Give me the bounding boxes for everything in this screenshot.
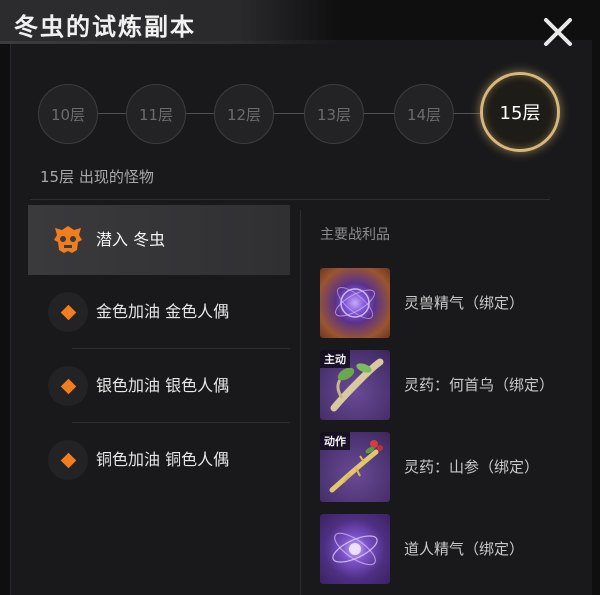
loot-section-title: 主要战利品 [320, 227, 390, 243]
loot-label: 灵兽精气（绑定） [404, 294, 525, 312]
boss-skull-icon [48, 220, 88, 260]
monster-icon-bg [48, 440, 88, 480]
floor-12-button[interactable]: 12层 [214, 84, 274, 144]
diamond-icon [60, 304, 76, 320]
herb-root-icon: 主动 [320, 350, 390, 420]
loot-item-beast-essence[interactable]: 灵兽精气（绑定） [320, 262, 580, 344]
loot-item-heshouwu[interactable]: 主动 灵药：何首乌（绑定） [320, 344, 580, 426]
column-divider [300, 210, 301, 595]
close-button[interactable] [538, 12, 578, 52]
purple-energy-icon [320, 514, 390, 584]
monster-item-gold-puppet[interactable]: 金色加油 金色人偶 [28, 275, 290, 349]
loot-tag: 动作 [320, 432, 350, 450]
monster-label: 银色加油 银色人偶 [96, 376, 230, 395]
floor-10-button[interactable]: 10层 [38, 84, 98, 144]
floor-11-button[interactable]: 11层 [126, 84, 186, 144]
section-divider [30, 199, 550, 200]
loot-label: 灵药：山参（绑定） [404, 458, 540, 476]
monster-icon-bg [48, 366, 88, 406]
ginseng-icon: 动作 [320, 432, 390, 502]
monster-icon-wrap [48, 292, 88, 332]
floor-13-button[interactable]: 13层 [304, 84, 364, 144]
monster-icon-bg [48, 292, 88, 332]
loot-list: 灵兽精气（绑定） 主动 灵药：何首乌（绑定） 动作 灵药：山参（绑定） 道人精气… [320, 262, 580, 590]
window-title: 冬虫的试炼副本 [14, 12, 196, 41]
purple-orb-icon [320, 268, 390, 338]
loot-tag: 主动 [320, 350, 350, 368]
monster-list: 潜入 冬虫 金色加油 金色人偶 银色加油 银色人偶 铜色加油 铜色人偶 [28, 205, 290, 497]
loot-item-ginseng[interactable]: 动作 灵药：山参（绑定） [320, 426, 580, 508]
loot-item-taoist-essence[interactable]: 道人精气（绑定） [320, 508, 580, 590]
floor-selector: 10层 11层 12层 13层 14层 15层 [38, 72, 568, 162]
close-icon [544, 18, 572, 46]
floor-14-button[interactable]: 14层 [394, 84, 454, 144]
monster-label: 铜色加油 铜色人偶 [96, 450, 230, 469]
loot-label: 道人精气（绑定） [404, 540, 525, 558]
monster-label: 潜入 冬虫 [96, 230, 166, 249]
monster-icon-wrap [48, 440, 88, 480]
monster-label: 金色加油 金色人偶 [96, 302, 230, 321]
title-bar: 冬虫的试炼副本 [0, 0, 340, 44]
loot-label: 灵药：何首乌（绑定） [404, 376, 555, 394]
monster-item-winter-worm[interactable]: 潜入 冬虫 [28, 205, 290, 275]
monster-item-silver-puppet[interactable]: 银色加油 银色人偶 [28, 349, 290, 423]
diamond-icon [60, 452, 76, 468]
monster-item-copper-puppet[interactable]: 铜色加油 铜色人偶 [28, 423, 290, 497]
floor-15-button[interactable]: 15层 [480, 72, 560, 152]
diamond-icon [60, 378, 76, 394]
monster-icon-wrap [48, 366, 88, 406]
monsters-section-title: 15层 出现的怪物 [40, 168, 154, 186]
